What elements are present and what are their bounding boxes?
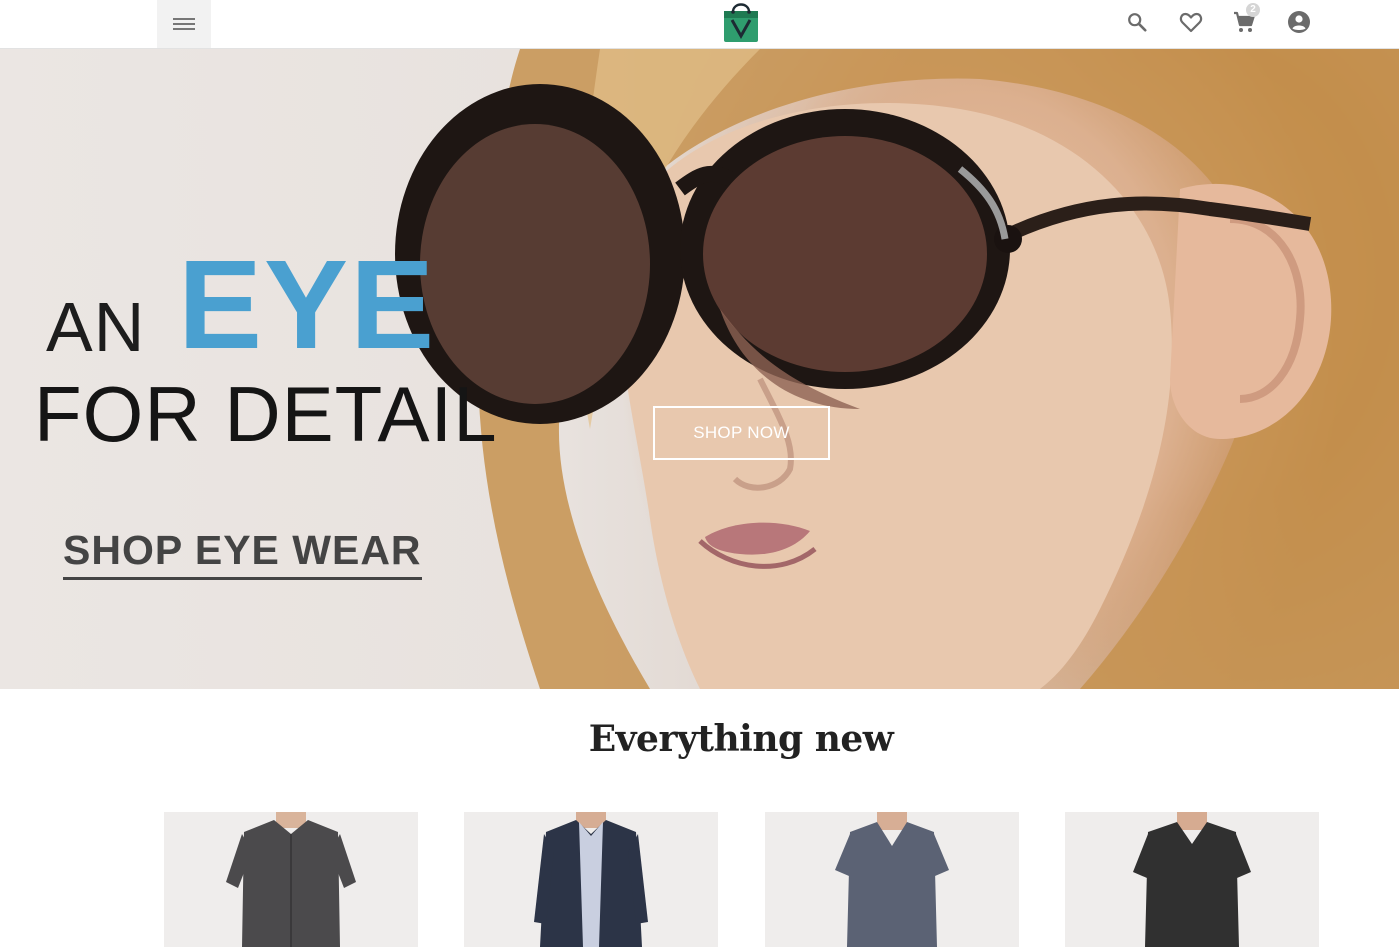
headline-for-detail: FOR DETAIL [34,370,498,458]
headline-an: AN [46,288,146,366]
shop-now-button[interactable]: SHOP NOW [653,406,830,460]
menu-icon [173,18,195,30]
product-card-3[interactable] [765,812,1019,947]
cart-count-badge: 2 [1246,3,1260,17]
product-image-grey-shirt [226,812,356,947]
product-card-4[interactable] [1065,812,1319,947]
hero-banner: AN EYE FOR DETAIL SHOP EYE WEAR SHOP NOW [0,49,1399,689]
shopping-bag-logo[interactable] [721,0,761,44]
account-icon [1288,11,1310,33]
search-icon [1128,13,1147,32]
product-card-2[interactable] [464,812,718,947]
product-image-black-vneck-tee [1133,812,1251,947]
product-image-navy-cardigan [534,812,648,947]
product-card-1[interactable] [164,812,418,947]
account-button[interactable] [1287,10,1311,34]
section-title: Everything new [588,718,894,760]
top-navigation-bar: 2 [0,0,1399,49]
product-image-blue-vneck-tee [835,812,949,947]
heart-icon [1179,12,1203,33]
wishlist-button[interactable] [1179,10,1203,34]
headline-eye: EYE [178,234,437,375]
shop-eye-wear-link[interactable]: SHOP EYE WEAR [63,530,422,580]
search-button[interactable] [1125,10,1149,34]
menu-button[interactable] [157,0,211,48]
